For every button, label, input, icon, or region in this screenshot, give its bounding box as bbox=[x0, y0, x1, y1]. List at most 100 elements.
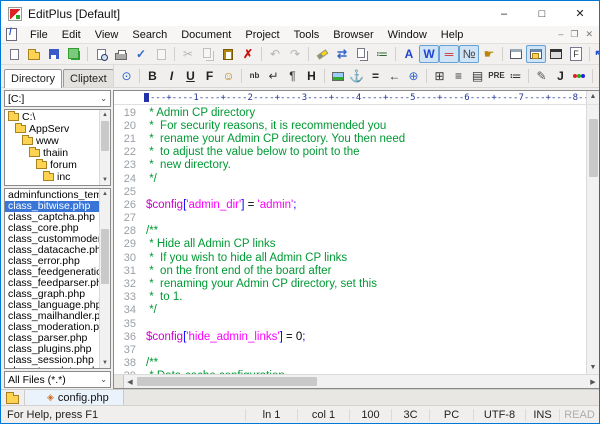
file-item-class_graph.php[interactable]: class_graph.php bbox=[5, 289, 99, 300]
menu-window[interactable]: Window bbox=[381, 27, 434, 43]
set-font-button[interactable]: A bbox=[399, 45, 419, 63]
indent-button[interactable]: ← bbox=[385, 68, 404, 85]
file-item-class_core.php[interactable]: class_core.php bbox=[5, 223, 99, 234]
line-numbers-button[interactable]: № bbox=[459, 45, 479, 63]
scroll-up-icon[interactable]: ▲ bbox=[587, 91, 599, 103]
scrollbar-thumb[interactable] bbox=[589, 119, 598, 177]
horizontal-scrollbar[interactable]: ◀ ▶ bbox=[114, 374, 599, 388]
tree-item-c[interactable]: C:\ bbox=[5, 111, 99, 123]
toggle-outline-button[interactable]: ≔ bbox=[372, 45, 392, 63]
mdi-close-button[interactable]: ✕ bbox=[585, 29, 593, 40]
vertical-scrollbar[interactable]: ▼ bbox=[586, 105, 599, 374]
find-in-files-button[interactable] bbox=[352, 45, 372, 63]
vertical-scrollbar-top[interactable]: ▲ bbox=[586, 91, 599, 104]
tree-item-appserv[interactable]: AppServ bbox=[5, 123, 99, 135]
scroll-up-icon[interactable]: ▲ bbox=[100, 110, 110, 120]
bold-button[interactable]: B bbox=[143, 68, 162, 85]
scroll-up-icon[interactable]: ▲ bbox=[100, 189, 110, 199]
file-item-class_language.php[interactable]: class_language.php bbox=[5, 300, 99, 311]
file-item-class_session.php[interactable]: class_session.php bbox=[5, 355, 99, 366]
directory-window-button[interactable] bbox=[526, 45, 546, 63]
new-window-button[interactable]: ❐ bbox=[596, 68, 599, 85]
list-button[interactable]: ≔ bbox=[506, 68, 525, 85]
file-item-class_captcha.php[interactable]: class_captcha.php bbox=[5, 212, 99, 223]
file-item-class_bitwise.php[interactable]: class_bitwise.php bbox=[5, 201, 99, 212]
file-item-class_plugins.php[interactable]: class_plugins.php bbox=[5, 344, 99, 355]
file-scrollbar[interactable]: ▲ ▼ bbox=[99, 189, 110, 368]
maximize-button[interactable]: □ bbox=[523, 1, 561, 26]
file-item-class_feedgeneration.p[interactable]: class_feedgeneration.p bbox=[5, 267, 99, 278]
file-item-class_datacache.php[interactable]: class_datacache.php bbox=[5, 245, 99, 256]
new-document-button[interactable] bbox=[4, 45, 24, 63]
function-list-button[interactable]: F bbox=[566, 45, 586, 63]
title-bar[interactable]: EditPlus [Default] – □ ✕ bbox=[1, 1, 599, 26]
script-button[interactable]: ✎ bbox=[532, 68, 551, 85]
tree-item-forum[interactable]: forum bbox=[5, 159, 99, 171]
scroll-down-icon[interactable]: ▼ bbox=[100, 175, 110, 185]
menu-search[interactable]: Search bbox=[125, 27, 174, 43]
file-item-class_custommoderati[interactable]: class_custommoderati bbox=[5, 234, 99, 245]
close-button[interactable]: ✕ bbox=[561, 1, 599, 26]
tree-item-inc[interactable]: inc bbox=[5, 171, 99, 183]
non-breaking-space-button[interactable]: nb bbox=[245, 68, 264, 85]
underline-button[interactable]: U bbox=[181, 68, 200, 85]
find-button[interactable] bbox=[312, 45, 332, 63]
document-tab-config[interactable]: ◈ config.php bbox=[25, 390, 124, 405]
heading-button[interactable]: H bbox=[302, 68, 321, 85]
document-list-button[interactable] bbox=[1, 390, 25, 405]
table-cell-button[interactable]: ▤ bbox=[468, 68, 487, 85]
scroll-left-icon[interactable]: ◀ bbox=[124, 378, 136, 386]
menu-project[interactable]: Project bbox=[238, 27, 286, 43]
scroll-down-icon[interactable]: ▼ bbox=[587, 362, 599, 374]
hyperlink-button[interactable]: ⊕ bbox=[404, 68, 423, 85]
context-help-button[interactable]: ↖? bbox=[593, 45, 600, 63]
word-wrap-button[interactable]: W bbox=[419, 45, 439, 63]
mdi-minimize-button[interactable]: – bbox=[558, 29, 563, 40]
menu-file[interactable]: File bbox=[23, 27, 55, 43]
save-button[interactable] bbox=[44, 45, 64, 63]
document-icon[interactable] bbox=[6, 28, 17, 41]
menu-edit[interactable]: Edit bbox=[55, 27, 88, 43]
print-button[interactable] bbox=[111, 45, 131, 63]
open-file-button[interactable] bbox=[24, 45, 44, 63]
file-filter-select[interactable]: All Files (*.*) ⌄ bbox=[4, 371, 111, 388]
tree-item-thaiin[interactable]: thaiin bbox=[5, 147, 99, 159]
anchor-button[interactable]: ⚓ bbox=[347, 68, 366, 85]
file-item-class_error.php[interactable]: class_error.php bbox=[5, 256, 99, 267]
menu-tools[interactable]: Tools bbox=[287, 27, 327, 43]
tab-cliptext[interactable]: Cliptext bbox=[63, 69, 114, 87]
replace-button[interactable]: ⇄ bbox=[332, 45, 352, 63]
file-item-class_moderation.php[interactable]: class_moderation.php bbox=[5, 322, 99, 333]
browser-preview-button[interactable]: ⊙ bbox=[117, 68, 136, 85]
menu-document[interactable]: Document bbox=[174, 27, 238, 43]
line-break-button[interactable]: ↵ bbox=[264, 68, 283, 85]
file-item-class_mailhandler.php[interactable]: class_mailhandler.php bbox=[5, 311, 99, 322]
scrollbar-thumb[interactable] bbox=[101, 229, 109, 284]
scrollbar-thumb[interactable] bbox=[101, 121, 109, 151]
tab-directory[interactable]: Directory bbox=[4, 69, 62, 88]
scrollbar-thumb[interactable] bbox=[137, 377, 317, 386]
preferences-button[interactable]: ☛ bbox=[479, 45, 499, 63]
menu-view[interactable]: View bbox=[88, 27, 126, 43]
code-area[interactable]: 19 * Admin CP directory20 * For security… bbox=[114, 105, 586, 374]
colors-palette-button[interactable] bbox=[570, 68, 589, 85]
output-window-button[interactable] bbox=[546, 45, 566, 63]
font-button[interactable]: F bbox=[200, 68, 219, 85]
save-all-button[interactable] bbox=[64, 45, 84, 63]
preformatted-button[interactable]: PRE bbox=[487, 68, 506, 85]
file-item-adminfunctions_templ[interactable]: adminfunctions_templ bbox=[5, 190, 99, 201]
minimize-button[interactable]: – bbox=[485, 1, 523, 26]
full-screen-button[interactable] bbox=[506, 45, 526, 63]
image-button[interactable] bbox=[328, 68, 347, 85]
paste-button[interactable] bbox=[218, 45, 238, 63]
file-item-class_feedparser.php[interactable]: class_feedparser.php bbox=[5, 278, 99, 289]
italic-button[interactable]: I bbox=[162, 68, 181, 85]
paragraph-button[interactable]: ¶ bbox=[283, 68, 302, 85]
menu-help[interactable]: Help bbox=[434, 27, 471, 43]
splitter-box[interactable] bbox=[114, 375, 124, 388]
javascript-button[interactable]: J bbox=[551, 68, 570, 85]
menu-browser[interactable]: Browser bbox=[326, 27, 380, 43]
file-item-class_templates.php[interactable]: class_templates.php bbox=[5, 366, 99, 368]
drive-select[interactable]: [C:] ⌄ bbox=[4, 90, 111, 107]
tree-item-www[interactable]: www bbox=[5, 135, 99, 147]
